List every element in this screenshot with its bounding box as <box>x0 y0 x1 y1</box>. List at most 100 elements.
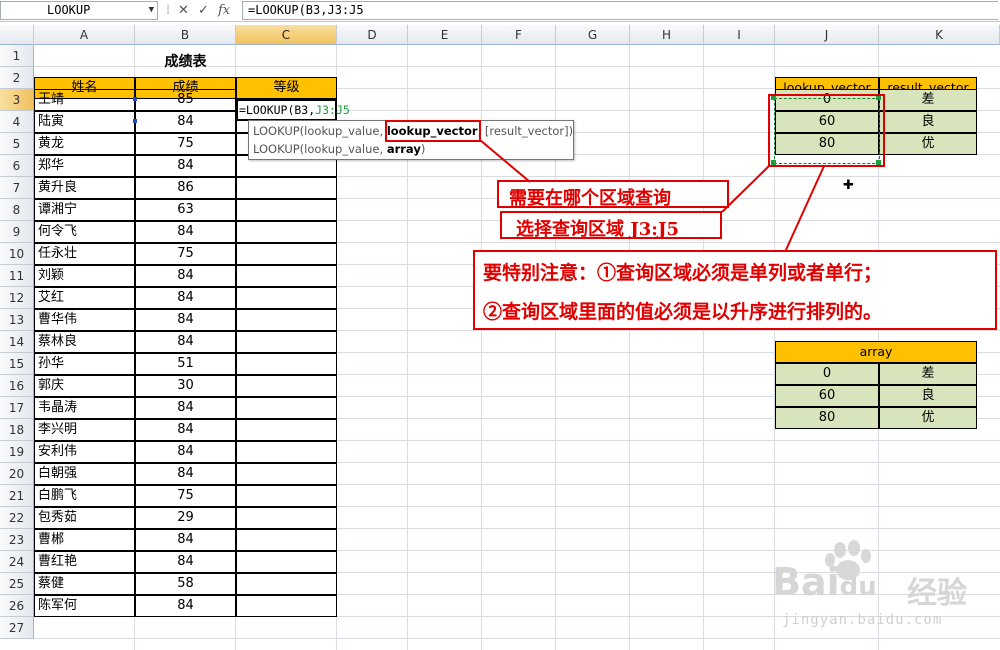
row-header[interactable]: 6 <box>0 155 34 177</box>
student-name-cell[interactable]: 包秀茹 <box>34 507 135 529</box>
active-cell-c3[interactable]: =LOOKUP(B3,J3:J5 <box>236 99 350 121</box>
student-grade-cell[interactable] <box>236 397 337 419</box>
column-header-f[interactable]: F <box>482 25 556 45</box>
row-header[interactable]: 22 <box>0 507 34 529</box>
student-score-cell[interactable]: 84 <box>135 309 236 331</box>
header-grade[interactable]: 等级 <box>236 77 337 99</box>
student-score-cell[interactable]: 84 <box>135 595 236 617</box>
row-header[interactable]: 7 <box>0 177 34 199</box>
formula-input[interactable]: =LOOKUP(B3,J3:J5 <box>242 1 998 20</box>
result-vector-cell[interactable]: 优 <box>879 133 977 155</box>
row-header[interactable]: 3 <box>0 89 34 111</box>
student-score-cell[interactable]: 84 <box>135 529 236 551</box>
student-name-cell[interactable]: 曹红艳 <box>34 551 135 573</box>
student-name-cell[interactable]: 黄龙 <box>34 133 135 155</box>
student-score-cell[interactable]: 63 <box>135 199 236 221</box>
column-header-d[interactable]: D <box>337 25 408 45</box>
student-name-cell[interactable]: 蔡健 <box>34 573 135 595</box>
column-header-i[interactable]: I <box>704 25 775 45</box>
row-header[interactable]: 16 <box>0 375 34 397</box>
student-grade-cell[interactable] <box>236 199 337 221</box>
check-icon[interactable]: ✓ <box>198 1 209 20</box>
row-header[interactable]: 1 <box>0 45 34 67</box>
row-header[interactable]: 25 <box>0 573 34 595</box>
student-score-cell[interactable]: 84 <box>135 331 236 353</box>
select-all-corner[interactable] <box>0 25 34 45</box>
student-name-cell[interactable]: 孙华 <box>34 353 135 375</box>
student-name-cell[interactable]: 陆寅 <box>34 111 135 133</box>
fx-icon[interactable]: fx <box>218 1 230 20</box>
student-grade-cell[interactable] <box>236 265 337 287</box>
student-name-cell[interactable]: 韦晶涛 <box>34 397 135 419</box>
column-header-c[interactable]: C <box>236 25 337 45</box>
student-score-cell[interactable]: 84 <box>135 265 236 287</box>
row-header[interactable]: 15 <box>0 353 34 375</box>
row-header[interactable]: 23 <box>0 529 34 551</box>
row-header[interactable]: 13 <box>0 309 34 331</box>
student-score-cell[interactable]: 84 <box>135 287 236 309</box>
student-name-cell[interactable]: 何令飞 <box>34 221 135 243</box>
student-name-cell[interactable]: 曹华伟 <box>34 309 135 331</box>
row-header[interactable]: 24 <box>0 551 34 573</box>
row-header[interactable]: 10 <box>0 243 34 265</box>
student-grade-cell[interactable] <box>236 529 337 551</box>
student-name-cell[interactable]: 刘颖 <box>34 265 135 287</box>
student-name-cell[interactable]: 陈军何 <box>34 595 135 617</box>
tooltip-array-form[interactable]: LOOKUP(lookup_value, array) <box>253 142 425 156</box>
student-name-cell[interactable]: 蔡林良 <box>34 331 135 353</box>
student-score-cell[interactable]: 75 <box>135 485 236 507</box>
student-name-cell[interactable]: 安利伟 <box>34 441 135 463</box>
column-header-g[interactable]: G <box>556 25 630 45</box>
student-grade-cell[interactable] <box>236 287 337 309</box>
row-header[interactable]: 4 <box>0 111 34 133</box>
column-header-h[interactable]: H <box>630 25 704 45</box>
student-score-cell[interactable]: 75 <box>135 133 236 155</box>
student-score-cell[interactable]: 85 <box>135 89 236 111</box>
column-header-k[interactable]: K <box>879 25 1000 45</box>
row-header[interactable]: 17 <box>0 397 34 419</box>
student-grade-cell[interactable] <box>236 331 337 353</box>
chevron-down-icon[interactable]: ▼ <box>149 2 154 19</box>
student-name-cell[interactable]: 李兴明 <box>34 419 135 441</box>
student-score-cell[interactable]: 84 <box>135 221 236 243</box>
student-grade-cell[interactable] <box>236 419 337 441</box>
student-grade-cell[interactable] <box>236 243 337 265</box>
row-header[interactable]: 8 <box>0 199 34 221</box>
row-header[interactable]: 18 <box>0 419 34 441</box>
row-header[interactable]: 12 <box>0 287 34 309</box>
student-grade-cell[interactable] <box>236 507 337 529</box>
student-score-cell[interactable]: 84 <box>135 463 236 485</box>
student-score-cell[interactable]: 84 <box>135 551 236 573</box>
column-header-b[interactable]: B <box>135 25 236 45</box>
result-vector-cell[interactable]: 良 <box>879 111 977 133</box>
row-header[interactable]: 21 <box>0 485 34 507</box>
student-score-cell[interactable]: 84 <box>135 111 236 133</box>
student-grade-cell[interactable] <box>236 375 337 397</box>
row-header[interactable]: 19 <box>0 441 34 463</box>
student-grade-cell[interactable] <box>236 177 337 199</box>
row-header[interactable]: 14 <box>0 331 34 353</box>
row-header[interactable]: 5 <box>0 133 34 155</box>
student-score-cell[interactable]: 29 <box>135 507 236 529</box>
cancel-icon[interactable]: ✕ <box>178 1 189 20</box>
student-score-cell[interactable]: 30 <box>135 375 236 397</box>
row-header[interactable]: 11 <box>0 265 34 287</box>
column-header-j[interactable]: J <box>775 25 879 45</box>
student-score-cell[interactable]: 51 <box>135 353 236 375</box>
student-name-cell[interactable]: 白朝强 <box>34 463 135 485</box>
array-cell[interactable]: 60 <box>775 385 879 407</box>
student-name-cell[interactable]: 白鹏飞 <box>34 485 135 507</box>
student-score-cell[interactable]: 84 <box>135 397 236 419</box>
student-score-cell[interactable]: 86 <box>135 177 236 199</box>
student-name-cell[interactable]: 王靖 <box>34 89 135 111</box>
student-name-cell[interactable]: 郑华 <box>34 155 135 177</box>
result-vector-cell[interactable]: 差 <box>879 89 977 111</box>
student-name-cell[interactable]: 郭庆 <box>34 375 135 397</box>
student-grade-cell[interactable] <box>236 463 337 485</box>
student-score-cell[interactable]: 84 <box>135 419 236 441</box>
row-header[interactable]: 20 <box>0 463 34 485</box>
student-score-cell[interactable]: 75 <box>135 243 236 265</box>
student-grade-cell[interactable] <box>236 441 337 463</box>
student-grade-cell[interactable] <box>236 595 337 617</box>
student-grade-cell[interactable] <box>236 309 337 331</box>
